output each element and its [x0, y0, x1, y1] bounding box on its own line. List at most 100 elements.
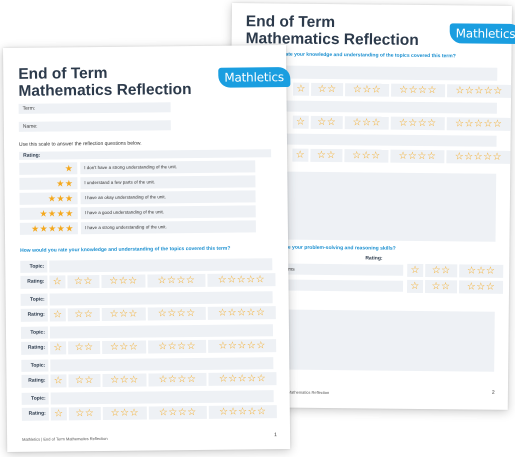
back-rating-row-1: ☆ ☆☆ ☆☆☆ ☆☆☆☆ ☆☆☆☆☆	[291, 82, 512, 98]
back-page-title: End of Term Mathematics Reflection	[246, 13, 419, 49]
topic-input[interactable]	[49, 324, 274, 339]
rating-option-2[interactable]: ☆☆	[68, 373, 101, 388]
scale-stars-3: ★★★	[19, 192, 78, 205]
rating-row-4: Rating: ☆ ☆☆ ☆☆☆ ☆☆☆☆ ☆☆☆☆☆	[21, 372, 277, 388]
rating-option-4[interactable]: ☆☆☆☆	[390, 149, 445, 164]
topic-label: Topic:	[20, 326, 49, 339]
rating-row-5: Rating: ☆ ☆☆ ☆☆☆ ☆☆☆☆ ☆☆☆☆☆	[21, 405, 277, 421]
rating-option-1[interactable]: ☆	[49, 308, 66, 322]
rating-option-1[interactable]: ☆	[292, 115, 309, 129]
scale-stars-5: ★★★★★	[19, 222, 78, 235]
title-line2: Mathematics Reflection	[18, 81, 192, 100]
rating-option-3[interactable]: ☆☆☆	[459, 264, 504, 278]
rating-option-2[interactable]: ☆☆	[310, 148, 343, 163]
topic-row-5: Topic:	[21, 390, 274, 405]
back-skill-row-1	[283, 263, 404, 276]
rating-option-4[interactable]: ☆☆☆☆	[147, 273, 206, 288]
rating-option-2[interactable]: ☆☆	[424, 280, 458, 294]
rating-option-2[interactable]: ☆☆	[68, 340, 101, 355]
rating-option-4[interactable]: ☆☆☆☆	[148, 339, 207, 354]
scale-stars-4: ★★★★	[19, 207, 78, 220]
rating-option-3[interactable]: ☆☆☆	[102, 406, 147, 420]
rating-option-1[interactable]: ☆	[292, 148, 309, 162]
rating-option-5[interactable]: ☆☆☆☆☆	[207, 273, 276, 287]
topic-input[interactable]	[49, 258, 273, 273]
front-worksheet-page: End of Term Mathematics Reflection Mathl…	[3, 45, 291, 452]
rating-option-4[interactable]: ☆☆☆☆	[148, 372, 207, 387]
rating-option-3[interactable]: ☆☆☆	[344, 116, 389, 130]
knowledge-question: How would you rate your knowledge and un…	[20, 245, 231, 254]
rating-option-2[interactable]: ☆☆	[68, 406, 101, 421]
rating-label: Rating:	[21, 374, 49, 388]
rating-option-2[interactable]: ☆☆	[310, 115, 343, 130]
rating-option-3[interactable]: ☆☆☆	[101, 307, 146, 321]
rating-option-3[interactable]: ☆☆☆	[101, 274, 146, 288]
rating-option-1[interactable]: ☆	[49, 275, 66, 289]
scale-row-3: ★★★ I have an okay understanding of the …	[19, 190, 256, 205]
rating-label: Rating:	[21, 341, 49, 355]
back-rating-row-3: ☆ ☆☆ ☆☆☆ ☆☆☆☆ ☆☆☆☆☆	[290, 148, 511, 164]
title-line1: End of Term	[18, 64, 108, 83]
rating-option-1[interactable]: ☆	[407, 263, 424, 278]
rating-option-4[interactable]: ☆☆☆☆	[391, 83, 446, 98]
rating-option-4[interactable]: ☆☆☆☆	[147, 306, 206, 321]
topic-label: Topic:	[21, 359, 49, 372]
rating-option-1[interactable]: ☆	[293, 82, 310, 96]
page-number: 1	[274, 432, 277, 439]
scale-instruction: Use this scale to answer the reflection …	[18, 140, 142, 148]
scale-text-4: I have a good understanding of the unit.	[80, 205, 256, 220]
rating-label: Rating:	[20, 308, 48, 322]
rating-option-4[interactable]: ☆☆☆☆	[390, 116, 445, 131]
rating-option-2[interactable]: ☆☆	[311, 82, 344, 97]
scale-header-bar	[19, 149, 272, 160]
back-rating-row-2: ☆ ☆☆ ☆☆☆ ☆☆☆☆ ☆☆☆☆☆	[291, 115, 511, 131]
scale-stars-1: ★	[19, 162, 78, 175]
topic-row-4: Topic:	[21, 357, 274, 372]
scale-stars-2: ★★	[19, 177, 78, 190]
topic-label: Topic:	[20, 293, 48, 306]
back-mathletics-logo: Mathletics	[449, 23, 515, 45]
rating-option-3[interactable]: ☆☆☆	[344, 149, 389, 163]
rating-option-1[interactable]: ☆	[50, 374, 67, 388]
rating-option-1[interactable]: ☆	[406, 279, 424, 294]
rating-option-5[interactable]: ☆☆☆☆☆	[208, 372, 277, 386]
rating-option-3[interactable]: ☆☆☆	[458, 280, 504, 294]
rating-option-3[interactable]: ☆☆☆	[345, 83, 390, 97]
back-comment-box-2[interactable]	[282, 309, 495, 372]
name-label: Name:	[22, 123, 38, 130]
rating-option-5[interactable]: ☆☆☆☆☆	[446, 117, 511, 131]
rating-option-5[interactable]: ☆☆☆☆☆	[208, 405, 277, 419]
scale-text-5: I have a strong understanding of the uni…	[80, 220, 256, 235]
rating-option-3[interactable]: ☆☆☆	[102, 373, 147, 387]
scale-text-1: I don't have a strong understanding of t…	[80, 160, 256, 175]
topic-row-3: Topic:	[20, 324, 274, 339]
rating-option-2[interactable]: ☆☆	[67, 275, 100, 289]
rating-row-2: Rating: ☆ ☆☆ ☆☆☆ ☆☆☆☆ ☆☆☆☆☆	[20, 306, 276, 322]
back-rating-header: Rating:	[365, 255, 383, 262]
name-field[interactable]: Name:	[18, 120, 171, 132]
rating-option-5[interactable]: ☆☆☆☆☆	[446, 150, 511, 164]
rating-option-2[interactable]: ☆☆	[425, 264, 458, 278]
back-page-number: 2	[491, 389, 495, 396]
rating-option-2[interactable]: ☆☆	[67, 308, 100, 322]
term-label: Term:	[22, 105, 36, 112]
scale-text-3: I have an okay understanding of the unit…	[80, 190, 256, 205]
rating-option-5[interactable]: ☆☆☆☆☆	[208, 339, 277, 353]
rating-option-4[interactable]: ☆☆☆☆	[148, 405, 207, 420]
scale-row-1: ★ I don't have a strong understanding of…	[19, 160, 256, 175]
topic-input[interactable]	[50, 357, 274, 372]
scale-rating-header: Rating:	[23, 152, 41, 159]
rating-row-3: Rating: ☆ ☆☆ ☆☆☆ ☆☆☆☆ ☆☆☆☆☆	[21, 339, 277, 355]
back-skill-row-2	[282, 279, 404, 292]
topic-input[interactable]	[50, 390, 274, 405]
rating-label: Rating:	[21, 407, 49, 421]
term-field[interactable]: Term:	[18, 102, 171, 114]
scale-row-4: ★★★★ I have a good understanding of the …	[19, 205, 256, 220]
rating-option-1[interactable]: ☆	[50, 341, 67, 355]
rating-option-5[interactable]: ☆☆☆☆☆	[207, 306, 276, 320]
rating-option-3[interactable]: ☆☆☆	[102, 340, 147, 354]
rating-option-1[interactable]: ☆	[50, 407, 67, 421]
topic-input[interactable]	[49, 291, 273, 306]
page-footer: Mathletics | End of Term Mathematics Ref…	[22, 435, 108, 442]
rating-option-5[interactable]: ☆☆☆☆☆	[447, 84, 512, 98]
